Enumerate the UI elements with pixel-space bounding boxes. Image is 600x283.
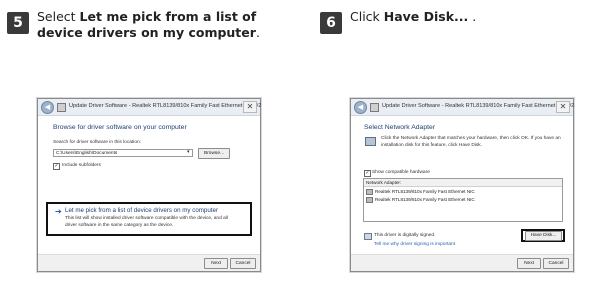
back-arrow-icon[interactable]: ◀: [41, 101, 54, 114]
device-icon: [370, 103, 379, 112]
option-description-line2: driver software in the same category as …: [65, 223, 174, 228]
back-arrow-icon[interactable]: ◀: [354, 101, 367, 114]
instruction-line1: Click the Network Adapter that matches y…: [381, 136, 561, 141]
cancel-button[interactable]: Cancel: [543, 258, 569, 269]
step-number-badge: 5: [7, 12, 29, 34]
pick-from-list-option-title: Let me pick from a list of device driver…: [65, 207, 219, 214]
dialog-heading: Select Network Adapter: [364, 124, 436, 131]
update-driver-dialog-browse: ◀ Update Driver Software - Realtek RTL81…: [37, 98, 261, 272]
list-item-label: Realtek RTL8139/810x Family Fast Etherne…: [375, 197, 475, 203]
cancel-button[interactable]: Cancel: [230, 258, 256, 269]
update-driver-dialog-select-adapter: ◀ Update Driver Software - Realtek RTL81…: [350, 98, 574, 272]
list-item[interactable]: Realtek RTL8139/810x Family Fast Etherne…: [366, 197, 475, 203]
dialog-title: Update Driver Software - Realtek RTL8139…: [69, 103, 262, 109]
list-item[interactable]: Realtek RTL8139/810x Family Fast Etherne…: [366, 189, 475, 195]
dialog-button-bar: Next Cancel: [38, 254, 260, 271]
dialog-titlebar: ◀ Update Driver Software - Realtek RTL81…: [38, 99, 262, 116]
step-instruction: Select Let me pick from a list of device…: [37, 9, 267, 41]
step-instruction-suffix: .: [468, 9, 477, 24]
next-button[interactable]: Next: [204, 258, 228, 269]
signed-driver-text: This driver is digitally signed.: [374, 233, 436, 238]
adapter-icon: [366, 189, 373, 195]
browse-button[interactable]: Browse...: [198, 148, 230, 159]
next-button[interactable]: Next: [517, 258, 541, 269]
list-header: Network Adapter:: [364, 179, 562, 187]
path-dropdown-icon[interactable]: ▾: [187, 150, 189, 155]
step-number-badge: 6: [320, 12, 342, 34]
network-adapter-list[interactable]: Network Adapter: Realtek RTL8139/810x Fa…: [363, 178, 563, 222]
instruction-line2: installation disk for this feature, clic…: [381, 143, 483, 148]
device-icon: [57, 103, 66, 112]
network-adapter-icon: [365, 137, 376, 146]
include-subfolders-label: Include subfolders: [62, 163, 101, 168]
close-icon[interactable]: ✕: [243, 101, 257, 113]
show-compatible-checkbox[interactable]: ✓: [364, 170, 371, 177]
dialog-heading: Browse for driver software on your compu…: [53, 124, 187, 131]
option-description-line1: This list will show installed driver sof…: [65, 216, 228, 221]
step-instruction-prefix: Select: [37, 9, 80, 24]
adapter-icon: [366, 197, 373, 203]
driver-signing-link[interactable]: Tell me why driver signing is important: [374, 242, 455, 247]
signed-driver-icon: [364, 233, 372, 240]
pick-from-list-option-highlight[interactable]: ➔ Let me pick from a list of device driv…: [46, 202, 252, 236]
option-arrow-icon: ➔: [55, 207, 62, 216]
step-instruction-prefix: Click: [350, 9, 384, 24]
dialog-button-bar: Next Cancel: [351, 254, 573, 271]
dialog-titlebar: ◀ Update Driver Software - Realtek RTL81…: [351, 99, 575, 116]
dialog-title: Update Driver Software - Realtek RTL8139…: [382, 103, 575, 109]
step-instruction-bold: Have Disk...: [383, 9, 469, 24]
have-disk-button[interactable]: Have Disk...: [525, 231, 562, 241]
include-subfolders-checkbox[interactable]: ✓: [53, 163, 60, 170]
search-location-label: Search for driver software in this locat…: [53, 140, 141, 145]
path-input[interactable]: C:\Users\English\Documents: [53, 149, 193, 157]
list-item-label: Realtek RTL8139/810x Family Fast Etherne…: [375, 189, 475, 195]
close-icon[interactable]: ✕: [556, 101, 570, 113]
show-compatible-label: Show compatible hardware: [372, 170, 430, 175]
step-instruction-suffix: .: [255, 25, 260, 40]
step-instruction: Click Have Disk... .: [350, 9, 580, 25]
